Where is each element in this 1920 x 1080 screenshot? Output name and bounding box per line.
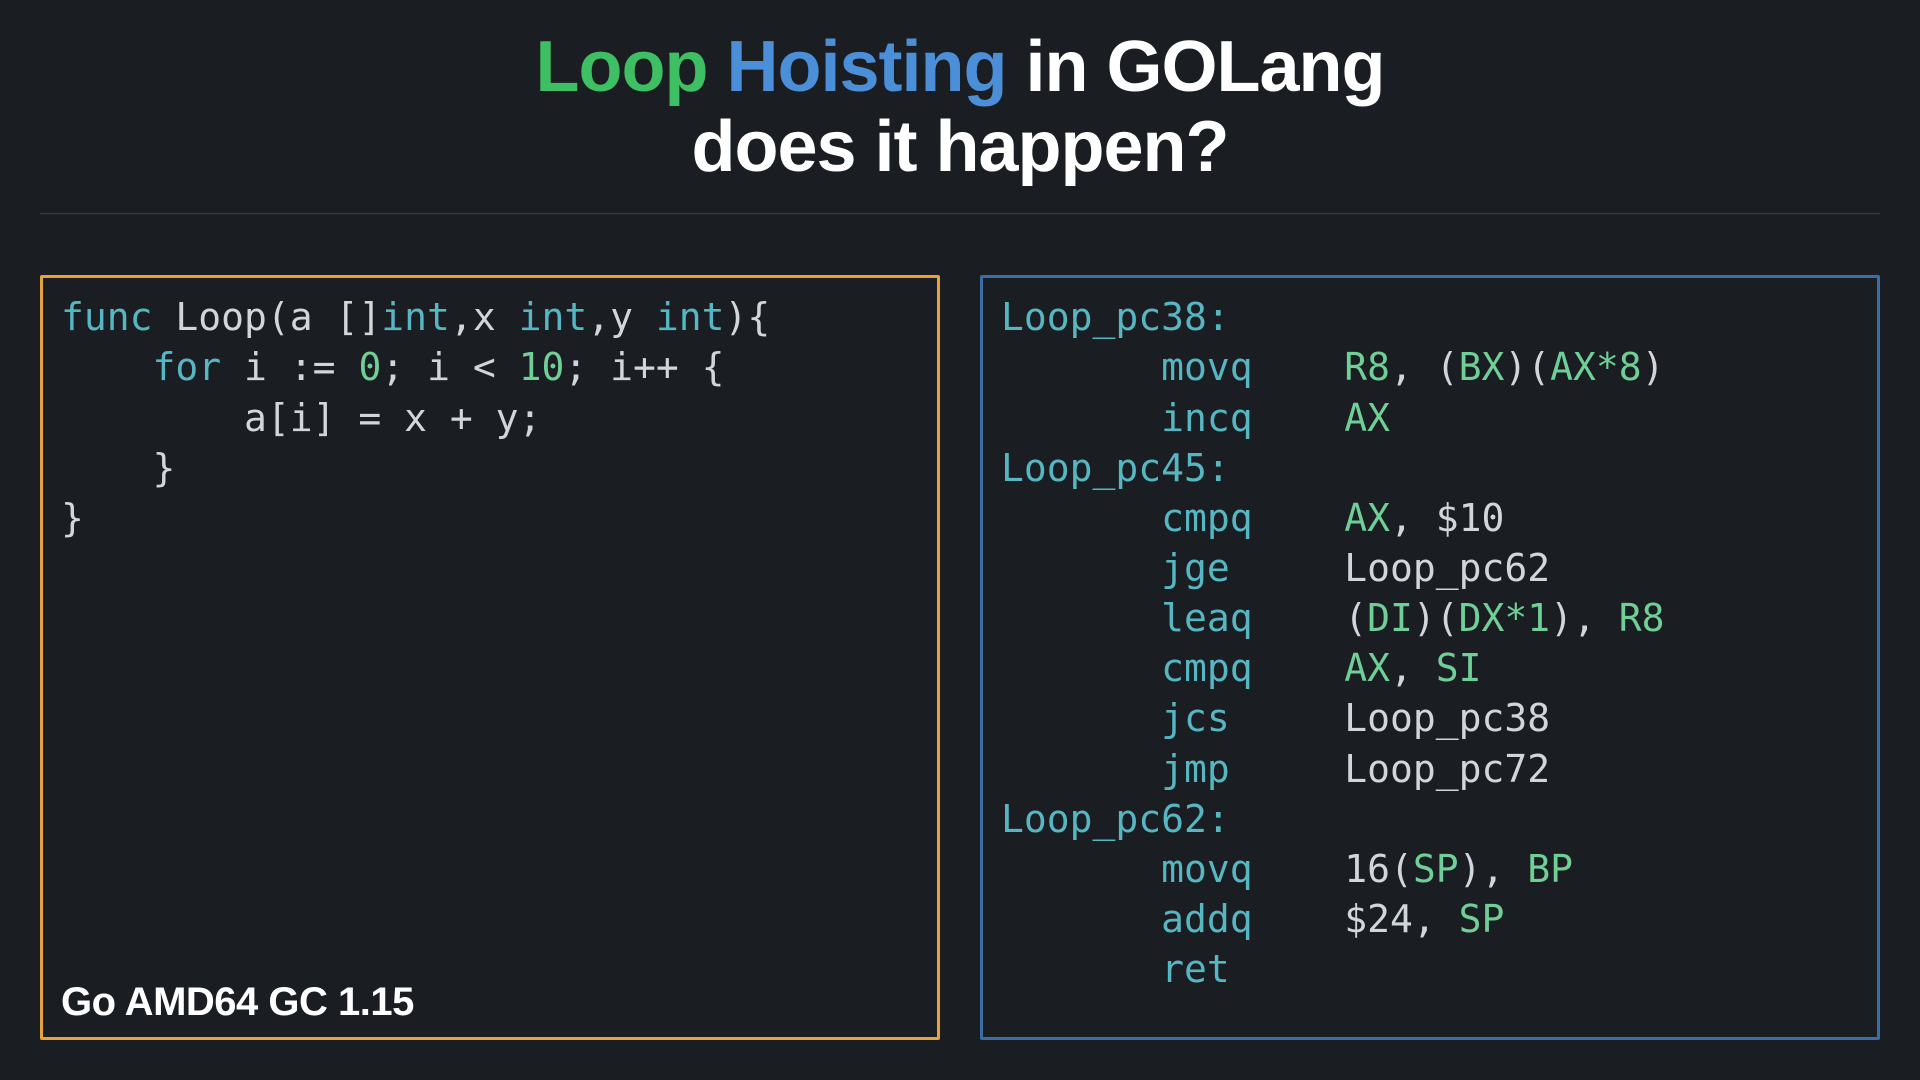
kw-func: func [61,295,153,339]
asm-sep: , [1390,646,1436,690]
kw-int: int [519,295,588,339]
asm-instruction: addq $24, SP [1001,894,1859,944]
asm-register: AX [1344,396,1390,440]
asm-mnemonic: leaq [1161,596,1344,640]
asm-sep: , [1481,847,1527,891]
asm-register: SP [1459,897,1505,941]
asm-register: SI [1436,646,1482,690]
asm-instruction: jmp Loop_pc72 [1001,744,1859,794]
asm-instruction: cmpq AX, SI [1001,643,1859,693]
source-panel: func Loop(a []int,x int,y int){ for i :=… [40,275,940,1040]
src-text: ,x [450,295,519,339]
asm-instruction: ret [1001,944,1859,994]
divider [40,213,1880,215]
asm-immediate: $24 [1344,897,1413,941]
src-text: a[i] = x + y; [61,396,541,440]
slide: Loop Hoisting in GOLang does it happen? … [0,0,1920,1080]
asm-scale: *1 [1504,596,1550,640]
asm-register: SP [1413,847,1459,891]
asm-instruction: movq R8, (BX)(AX*8) [1001,342,1859,392]
src-text: } [61,496,84,540]
src-text: Loop(a [] [153,295,382,339]
asm-mem: ) [1459,847,1482,891]
asm-sep: , [1390,345,1436,389]
asm-register: AX [1344,646,1390,690]
asm-label-ref: Loop_pc62 [1344,546,1550,590]
asm-mnemonic: movq [1161,345,1344,389]
asm-mem: ( [1436,345,1459,389]
asm-register: DX [1459,596,1505,640]
kw-int: int [656,295,725,339]
asm-instruction: movq 16(SP), BP [1001,844,1859,894]
num-zero: 0 [358,345,381,389]
asm-mnemonic: jmp [1161,747,1344,791]
asm-mnemonic: movq [1161,847,1344,891]
asm-instruction: jge Loop_pc62 [1001,543,1859,593]
asm-mnemonic: incq [1161,396,1344,440]
compiler-caption: Go AMD64 GC 1.15 [61,980,414,1025]
asm-instruction: cmpq AX, $10 [1001,493,1859,543]
asm-register: R8 [1344,345,1390,389]
asm-label-text: Loop_pc62: [1001,797,1230,841]
num-ten: 10 [519,345,565,389]
src-text: ; i < [381,345,518,389]
asm-sep: , [1573,596,1619,640]
asm-label: Loop_pc45: [1001,443,1859,493]
src-text: } [61,446,175,490]
source-code: func Loop(a []int,x int,y int){ for i :=… [61,292,919,543]
asm-sep: , [1413,897,1459,941]
asm-register: DI [1367,596,1413,640]
asm-mem: )( [1504,345,1550,389]
asm-instruction: incq AX [1001,393,1859,443]
title-word-rest: in GOLang [1025,27,1384,107]
asm-register: BX [1459,345,1505,389]
title-line-2: does it happen? [40,110,1880,186]
kw-for: for [61,345,221,389]
src-text: ,y [587,295,656,339]
asm-label-ref: Loop_pc72 [1344,747,1550,791]
asm-register: AX [1344,496,1390,540]
title-word-loop: Loop [536,27,708,107]
asm-label-text: Loop_pc45: [1001,446,1230,490]
asm-mem: 16( [1344,847,1413,891]
src-text: i := [221,345,358,389]
content-row: func Loop(a []int,x int,y int){ for i :=… [40,275,1880,1040]
src-text: ){ [725,295,771,339]
asm-register: AX [1550,345,1596,389]
asm-mnemonic: cmpq [1161,646,1344,690]
asm-listing: Loop_pc38: movq R8, (BX)(AX*8) incq AXLo… [1001,292,1859,994]
asm-instruction: leaq (DI)(DX*1), R8 [1001,593,1859,643]
title-word-hoisting: Hoisting [726,27,1006,107]
asm-mnemonic: cmpq [1161,496,1344,540]
asm-mnemonic: addq [1161,897,1344,941]
asm-mnemonic: ret [1161,947,1344,991]
asm-mnemonic: jcs [1161,696,1344,740]
asm-panel: Loop_pc38: movq R8, (BX)(AX*8) incq AXLo… [980,275,1880,1040]
asm-label-text: Loop_pc38: [1001,295,1230,339]
asm-mem: ) [1642,345,1665,389]
asm-mem: ) [1550,596,1573,640]
asm-mnemonic: jge [1161,546,1344,590]
asm-immediate: $10 [1436,496,1505,540]
asm-label: Loop_pc62: [1001,794,1859,844]
asm-label-ref: Loop_pc38 [1344,696,1550,740]
src-text: ; i++ { [564,345,724,389]
title-block: Loop Hoisting in GOLang does it happen? [40,30,1880,185]
asm-register: R8 [1619,596,1665,640]
kw-int: int [381,295,450,339]
asm-sep: , [1390,496,1436,540]
asm-mem: ( [1344,596,1367,640]
asm-label: Loop_pc38: [1001,292,1859,342]
asm-mem: )( [1413,596,1459,640]
asm-scale: *8 [1596,345,1642,389]
asm-register: BP [1527,847,1573,891]
asm-instruction: jcs Loop_pc38 [1001,693,1859,743]
title-line-1: Loop Hoisting in GOLang [40,30,1880,106]
